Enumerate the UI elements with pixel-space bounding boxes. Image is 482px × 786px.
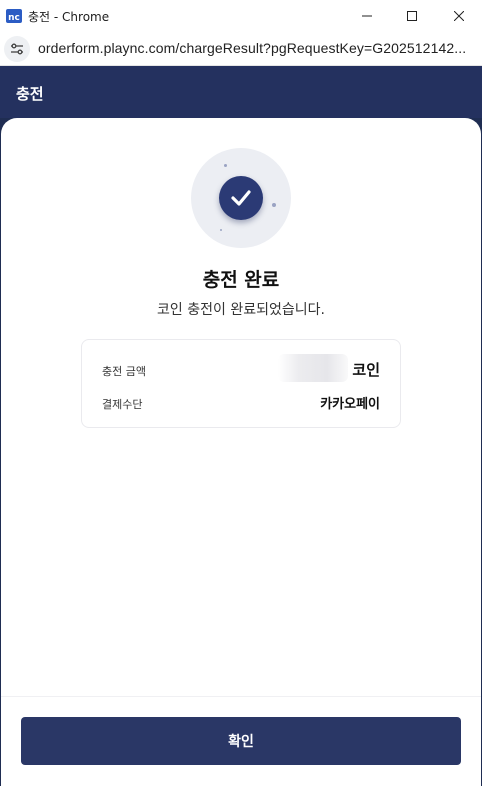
decor-dot xyxy=(272,203,276,207)
result-title: 충전 완료 xyxy=(202,269,280,291)
decor-dot xyxy=(220,229,222,231)
payment-method-value: 카카오페이 xyxy=(320,397,380,412)
close-icon xyxy=(454,11,464,21)
site-settings-button[interactable] xyxy=(4,36,30,62)
checkmark-icon xyxy=(231,190,251,206)
charge-amount-label: 충전 금액 xyxy=(102,365,146,378)
charge-details-card: 충전 금액 코인 결제수단 카카오페이 xyxy=(81,339,401,428)
minimize-icon xyxy=(362,15,372,17)
check-circle-icon xyxy=(219,176,263,220)
result-subtitle: 코인 충전이 완료되었습니다. xyxy=(157,302,325,318)
close-button[interactable] xyxy=(436,0,482,32)
confirm-button[interactable]: 확인 xyxy=(21,717,461,765)
charge-result-sheet: 충전 완료 코인 충전이 완료되었습니다. 충전 금액 코인 결제수단 카카오페… xyxy=(1,118,481,786)
payment-method-label: 결제수단 xyxy=(102,398,143,411)
minimize-button[interactable] xyxy=(344,0,390,32)
window-title: 충전 - Chrome xyxy=(28,10,110,24)
maximize-button[interactable] xyxy=(389,0,435,32)
charge-amount-redacted xyxy=(278,354,348,382)
page-title: 충전 xyxy=(16,85,44,103)
charge-amount-value: 코인 xyxy=(352,361,380,379)
decor-dot xyxy=(224,164,227,167)
maximize-icon xyxy=(407,11,417,21)
nc-logo-icon: nc xyxy=(6,9,22,23)
page-header: 충전 xyxy=(0,66,482,118)
tune-icon xyxy=(11,43,23,55)
svg-text:nc: nc xyxy=(8,13,20,23)
url-field[interactable]: orderform.plaync.com/chargeResult?pgRequ… xyxy=(38,40,474,56)
sheet-footer: 확인 xyxy=(1,696,481,786)
address-bar: orderform.plaync.com/chargeResult?pgRequ… xyxy=(0,32,482,66)
window-titlebar: nc 충전 - Chrome xyxy=(0,0,482,32)
